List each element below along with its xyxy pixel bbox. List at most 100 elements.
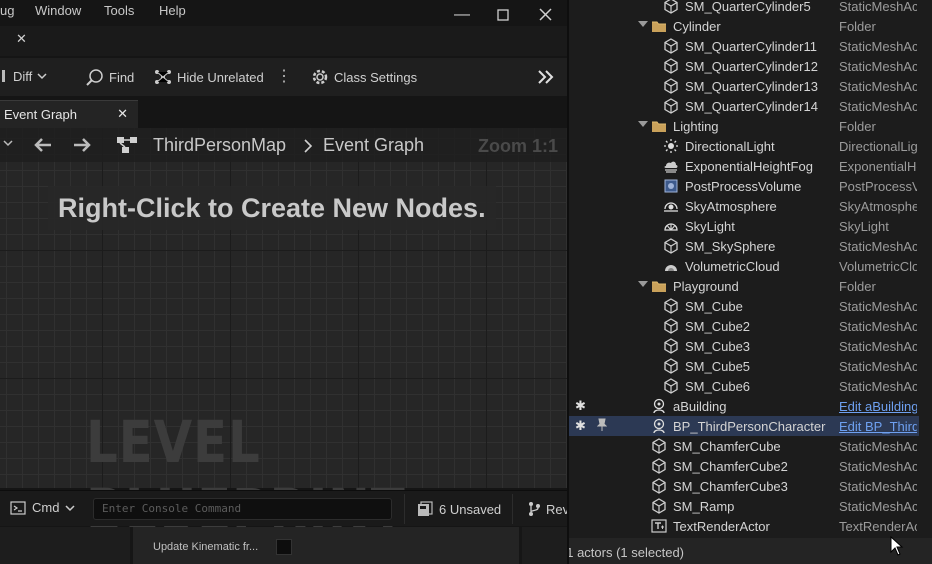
static-mesh-icon [663,238,679,254]
outliner-actor-row[interactable]: SM_Cube StaticMeshAc [569,296,932,316]
outliner-actor-row[interactable]: ✱ BP_ThirdPersonCharacter Edit BP_Third [569,416,932,436]
expand-arrow-icon[interactable] [638,281,648,287]
folder-icon [651,118,667,134]
static-mesh-icon [663,358,679,374]
actor-type: StaticMeshAc [839,499,917,514]
cmd-dropdown[interactable]: Cmd [10,500,75,515]
outliner-actor-row[interactable]: SkyAtmosphere SkyAtmosphe [569,196,932,216]
console-icon [10,500,26,515]
static-mesh-icon [651,478,667,494]
mouse-cursor-icon [890,536,904,556]
find-label: Find [109,69,135,85]
revision-control-button[interactable]: Rev [527,501,567,517]
menu-help[interactable]: Help [159,3,186,18]
console-command-input[interactable]: Enter Console Command [93,498,392,520]
revision-control-icon [529,502,540,516]
volumetric-cloud-icon [663,258,679,274]
outliner-actor-row[interactable]: SM_Cube6 StaticMeshAc [569,376,932,396]
outliner-folder-row[interactable]: Lighting Folder [569,116,932,136]
text-render-icon [651,518,667,534]
static-mesh-icon [663,78,679,94]
actor-type: SkyAtmosphe [839,199,917,214]
event-graph-canvas[interactable]: ThirdPersonMap Event Graph Zoom 1:1 Righ… [0,128,567,544]
breadcrumb-event-graph[interactable]: Event Graph [323,135,424,156]
more-options-icon[interactable]: ⋮ [276,69,292,86]
maximize-icon[interactable] [491,4,515,26]
outliner-actor-row[interactable]: SM_ChamferCube3 StaticMeshAc [569,476,932,496]
actor-type: StaticMeshAc [839,379,917,394]
outliner-folder-row[interactable]: Playground Folder [569,276,932,296]
actor-type: StaticMeshAc [839,59,917,74]
actor-name: SkyLight [685,219,735,234]
outliner-actor-row[interactable]: SM_ChamferCube2 StaticMeshAc [569,456,932,476]
outliner-actor-row[interactable]: SM_QuarterCylinder13 StaticMeshAc [569,76,932,96]
outliner-actor-row[interactable]: SM_SkySphere StaticMeshAc [569,236,932,256]
back-arrow-icon[interactable] [33,136,53,154]
actor-name: SM_QuarterCylinder14 [685,99,818,114]
outliner-actor-row[interactable]: SM_QuarterCylinder5 StaticMeshAc [569,0,932,16]
folder-icon [651,18,667,34]
breadcrumb-map[interactable]: ThirdPersonMap [153,135,286,156]
pin-icon[interactable] [596,418,608,435]
close-tab-icon[interactable]: ✕ [16,31,27,47]
class-settings-button[interactable]: Class Settings [311,68,417,86]
static-mesh-icon [651,438,667,454]
outliner-scrollbar[interactable] [919,0,932,540]
static-mesh-icon [663,58,679,74]
outliner-actor-row[interactable]: ExponentialHeightFog ExponentialHe [569,156,932,176]
actor-name: PostProcessVolume [685,179,802,194]
actor-name: SM_Ramp [673,499,735,514]
edit-blueprint-link[interactable]: Edit BP_Third [839,419,917,434]
outliner-folder-row[interactable]: Cylinder Folder [569,16,932,36]
static-mesh-icon [663,38,679,54]
edit-blueprint-link[interactable]: Edit aBuilding [839,399,917,414]
expand-arrow-icon[interactable] [638,21,648,27]
outliner-actor-row[interactable]: SM_Ramp StaticMeshAc [569,496,932,516]
outliner-actor-row[interactable]: PostProcessVolume PostProcessV [569,176,932,196]
chevron-down-icon[interactable] [2,139,14,149]
actor-type: StaticMeshAc [839,99,917,114]
outliner-actor-row[interactable]: SM_Cube3 StaticMeshAc [569,336,932,356]
sky-atmosphere-icon [663,198,679,214]
details-property-row: Update Kinematic fr... [130,527,522,564]
character-icon [651,398,667,414]
outliner-actor-row[interactable]: SM_QuarterCylinder12 StaticMeshAc [569,56,932,76]
hide-unrelated-button[interactable]: Hide Unrelated [154,68,264,86]
close-window-icon[interactable] [533,4,557,26]
actor-type: StaticMeshAc [839,359,917,374]
menu-tools[interactable]: Tools [104,3,134,18]
update-kinematic-checkbox[interactable] [276,539,292,555]
actor-name: SM_Cube3 [685,339,751,354]
tab-event-graph[interactable]: Event Graph ✕ [0,100,138,128]
outliner-actor-row[interactable]: SkyLight SkyLight [569,216,932,236]
outliner-actor-row[interactable]: SM_QuarterCylinder14 StaticMeshAc [569,96,932,116]
details-panel: Update Kinematic fr... [0,527,567,564]
menu-debug[interactable]: ug [0,3,14,18]
static-mesh-icon [663,98,679,114]
expand-arrow-icon[interactable] [638,121,648,127]
toolbar-overflow-button[interactable] [537,68,555,86]
minimize-icon[interactable]: — [450,4,474,26]
outliner-actor-row[interactable]: SM_Cube5 StaticMeshAc [569,356,932,376]
revision-control-label: Rev [546,501,567,517]
unsaved-button[interactable]: 6 Unsaved [417,501,501,517]
zoom-level: Zoom 1:1 [478,136,559,156]
find-button[interactable]: Find [86,68,134,86]
outliner-actor-row[interactable]: DirectionalLight DirectionalLig [569,136,932,156]
status-divider [512,494,513,524]
actor-name: SM_ChamferCube2 [673,459,788,474]
menu-window[interactable]: Window [35,3,81,18]
outliner-actor-row[interactable]: SM_ChamferCube StaticMeshAc [569,436,932,456]
character-icon [651,418,667,434]
static-mesh-icon [663,0,679,14]
outliner-actor-row[interactable]: ✱ aBuilding Edit aBuilding [569,396,932,416]
actor-type: PostProcessV [839,179,917,194]
forward-arrow-icon[interactable] [72,136,92,154]
outliner-actor-row[interactable]: TextRenderActor TextRenderAc [569,516,932,536]
outliner-actor-row[interactable]: SM_QuarterCylinder11 StaticMeshAc [569,36,932,56]
close-tab-icon[interactable]: ✕ [117,106,128,122]
outliner-actor-row[interactable]: SM_Cube2 StaticMeshAc [569,316,932,336]
sky-light-icon [663,218,679,234]
diff-button[interactable]: Diff [0,68,47,84]
outliner-actor-row[interactable]: VolumetricCloud VolumetricClo [569,256,932,276]
